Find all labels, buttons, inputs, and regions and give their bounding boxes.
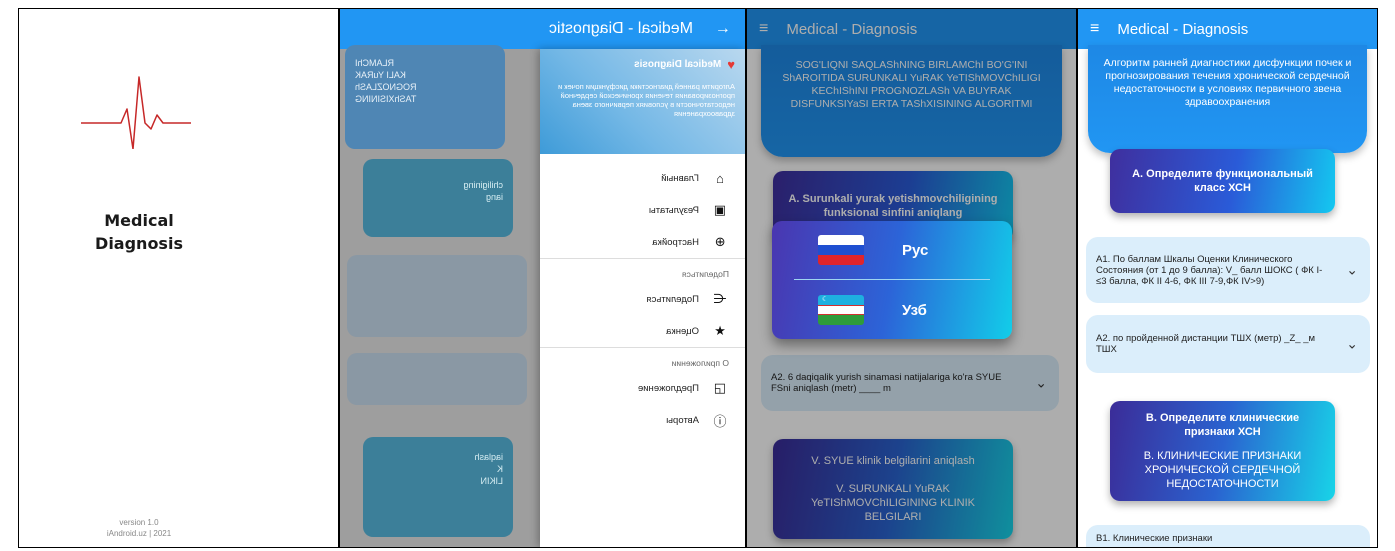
card-v-text-2: V. SURUNKALI YuRAK YeTIShMOVChILIGINING …	[810, 483, 976, 523]
star-icon: ★	[714, 323, 726, 338]
app-title: Medical Diagnosis	[19, 209, 259, 255]
drawer-appbar-title: Medical - Diagnostic	[548, 20, 693, 37]
dimmed-hero-card: RLAMChI KALI YuRAK ROGNOZLASh TAShXISINI…	[345, 45, 505, 149]
card-v-text-1: V. SYUE klinik belgilarini aniqlash	[811, 455, 975, 467]
dimmed-card-v-text-3: LIKIN	[480, 476, 503, 486]
language-divider	[794, 279, 990, 280]
language-label-uz: Узб	[902, 301, 927, 319]
drawer-logo: ♥ Medical Diagnosis	[550, 57, 735, 72]
drawer-item-home[interactable]: ⌂ Главный	[540, 162, 745, 194]
dimmed-hero-text-2: KALI YuRAK	[355, 70, 406, 80]
chevron-down-icon: ⌄	[1346, 261, 1358, 278]
drawer-section-about: О приложении	[540, 347, 745, 372]
drawer-item-rate[interactable]: ★ Оценка	[540, 315, 745, 347]
drawer-item-authors[interactable]: ⓘ Авторы	[540, 404, 745, 436]
dimmed-hero-text-4: TAShXISINING	[355, 94, 417, 104]
app-title-line2: Diagnosis	[95, 234, 183, 253]
language-dialog: Рус ☾ Узб	[772, 221, 1012, 339]
dimmed-hero-text-1: RLAMChI	[355, 58, 395, 68]
language-label-ru: Рус	[902, 241, 929, 259]
hero-text: SOG'LIQNI SAQLAShNING BIRLAMChI BO'G'INI…	[782, 59, 1041, 110]
drawer-item-settings[interactable]: ⊕ Настройка	[540, 226, 745, 258]
drawer-item-label: Предложение	[637, 382, 699, 394]
accordion-a2-text: А2. по пройденной дистанции ТШХ (метр) _…	[1096, 333, 1316, 355]
drawer-header: ♥ Medical Diagnosis Алгоритм ранней диаг…	[540, 49, 745, 154]
heartbeat-icon	[81, 76, 191, 149]
drawer-item-results[interactable]: ▣ Результаты	[540, 194, 745, 226]
hero-banner: Алгоритм ранней диагностики дисфункции п…	[1088, 45, 1367, 153]
drawer-item-label: Оценка	[666, 325, 699, 337]
app-bar-title: Medical - Diagnosis	[1117, 20, 1249, 38]
hero-text: Алгоритм ранней диагностики дисфункции п…	[1103, 57, 1352, 108]
drawer-appbar: ← Medical - Diagnostic	[340, 9, 745, 49]
drawer-item-label: Главный	[661, 172, 699, 184]
card-b-text-1: В. Определите клинические признаки ХСН	[1145, 412, 1300, 438]
card-functional-class[interactable]: А. Определите функциональный класс ХСН	[1110, 149, 1335, 213]
mirrored-screen: ← Medical - Diagnostic RLAMChI KALI YuRA…	[340, 9, 745, 547]
drawer-logo-text: Medical Diagnosis	[634, 59, 722, 70]
drawer-item-label: Авторы	[666, 414, 699, 426]
dimmed-card-a: chiligining iang	[363, 159, 513, 237]
card-a-text: A. Surunkali yurak yetishmovchiligining …	[788, 193, 998, 219]
drawer-main-items: ⌂ Главный ▣ Результаты ⊕ Настройка	[540, 154, 745, 258]
dimmed-hero-text-3: ROGNOZLASh	[355, 82, 417, 92]
language-option-ru[interactable]: Рус	[772, 221, 1012, 279]
card-clinical-signs[interactable]: В. Определите клинические признаки ХСН В…	[1110, 401, 1335, 501]
navigation-drawer: ♥ Medical Diagnosis Алгоритм ранней диаг…	[540, 49, 745, 547]
language-panel: ≡ Medical - Diagnosis SOG'LIQNI SAQLAShN…	[746, 8, 1077, 548]
accordion-b1-text: В1. Клинические признаки	[1096, 533, 1213, 544]
drawer-item-share[interactable]: ⋲ Поделиться	[540, 283, 745, 315]
info-icon: ⓘ	[713, 413, 727, 429]
chevron-down-icon: ⌄	[1035, 374, 1047, 391]
version-info: version 1.0 iAndroid.uz | 2021	[19, 517, 259, 539]
app-bar-title: Medical - Diagnosis	[786, 20, 918, 38]
language-option-uz[interactable]: ☾ Узб	[772, 281, 1012, 339]
app-bar: ≡ Medical - Diagnosis	[1078, 9, 1377, 49]
copyright-text: iAndroid.uz | 2021	[106, 529, 172, 538]
accordion-b1[interactable]: В1. Клинические признаки	[1086, 525, 1370, 547]
dimmed-card-v: iaqlash K LIKIN	[363, 437, 513, 537]
dimmed-card-a-text-2: iang	[485, 192, 503, 202]
card-clinical-signs[interactable]: V. SYUE klinik belgilarini aniqlash V. S…	[773, 439, 1013, 539]
accordion-a2[interactable]: А2. по пройденной дистанции ТШХ (метр) _…	[1086, 315, 1370, 373]
splash-panel: Medical Diagnosis version 1.0 iAndroid.u…	[18, 8, 339, 548]
share-icon: ⋲	[713, 291, 727, 306]
main-panel-ru: ≡ Medical - Diagnosis Алгоритм ранней ди…	[1077, 8, 1378, 548]
card-b-text-2: В. КЛИНИЧЕСКИЕ ПРИЗНАКИ ХРОНИЧЕСКОЙ СЕРД…	[1143, 450, 1302, 490]
clipboard-icon: ▣	[713, 202, 727, 217]
dimmed-card-v-text-2: K	[496, 464, 503, 474]
menu-icon[interactable]: ≡	[1090, 20, 1099, 38]
globe-icon: ⊕	[714, 234, 726, 249]
menu-icon[interactable]: ≡	[759, 20, 768, 38]
dimmed-card-v-text-1: iaqlash	[474, 452, 503, 462]
drawer-panel: ← Medical - Diagnostic RLAMChI KALI YuRA…	[339, 8, 746, 548]
app-title-line1: Medical	[104, 211, 174, 230]
chevron-down-icon: ⌄	[1346, 335, 1358, 352]
russia-flag-icon	[818, 235, 864, 265]
arrow-icon[interactable]: ←	[715, 20, 731, 38]
accordion-a2-text: A2. 6 daqiqalik yurish sinamasi natijala…	[771, 372, 1002, 394]
drawer-item-label: Настройка	[652, 236, 699, 248]
app-bar: ≡ Medical - Diagnosis	[747, 9, 1076, 49]
feedback-icon: ◲	[713, 380, 727, 395]
dimmed-accordion-2	[347, 353, 527, 405]
version-text: version 1.0	[119, 518, 159, 527]
drawer-item-feedback[interactable]: ◲ Предложение	[540, 372, 745, 404]
dimmed-card-a-text-1: chiligining	[463, 180, 503, 190]
drawer-item-label: Результаты	[648, 204, 699, 216]
heart-pulse-icon: ♥	[727, 57, 735, 72]
card-a-text: А. Определите функциональный класс ХСН	[1132, 168, 1313, 194]
accordion-a1-text: А1. По баллам Шкалы Оценки Клинического …	[1096, 253, 1323, 287]
dimmed-accordion-1	[347, 255, 527, 337]
hero-banner: SOG'LIQNI SAQLAShNING BIRLAMChI BO'G'INI…	[761, 45, 1062, 157]
home-icon: ⌂	[716, 170, 724, 186]
uzbekistan-flag-icon: ☾	[818, 295, 864, 325]
drawer-section-share: Поделиться	[540, 258, 745, 283]
drawer-item-label: Поделиться	[646, 293, 699, 305]
accordion-a1[interactable]: А1. По баллам Шкалы Оценки Клинического …	[1086, 237, 1370, 303]
drawer-description: Алгоритм ранней диагностики дисфункции п…	[558, 82, 735, 118]
accordion-a2[interactable]: A2. 6 daqiqalik yurish sinamasi natijala…	[761, 355, 1059, 411]
